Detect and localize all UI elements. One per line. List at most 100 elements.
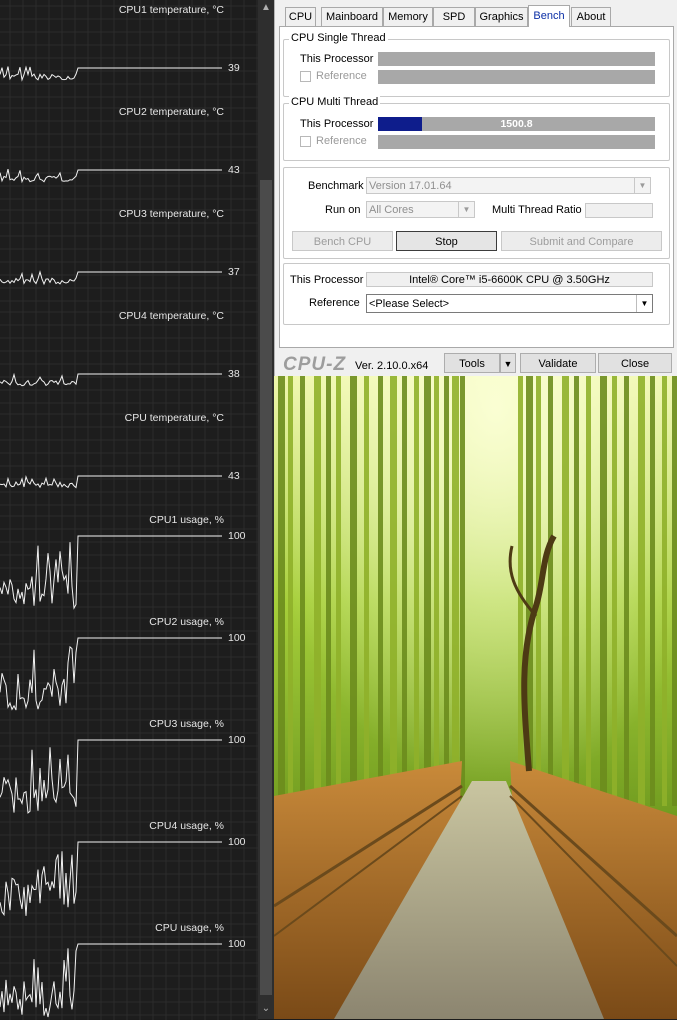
- close-button[interactable]: Close: [598, 353, 672, 373]
- sensor-graph-title: CPU3 usage, %: [149, 718, 224, 730]
- tab-cpu[interactable]: CPU: [285, 7, 316, 26]
- reference-select[interactable]: <Please Select> ▼: [366, 294, 653, 313]
- tab-memory[interactable]: Memory: [383, 7, 433, 26]
- sensor-graph-value: 39: [228, 62, 240, 74]
- validate-button[interactable]: Validate: [520, 353, 596, 373]
- sensor-graph-title: CPU1 usage, %: [149, 514, 224, 526]
- sensor-graph-title: CPU2 temperature, °C: [118, 106, 224, 118]
- sensor-graph: CPU3 usage, % 100: [0, 714, 258, 816]
- tab-mainboard[interactable]: Mainboard: [321, 7, 383, 26]
- single-thread-group: CPU Single Thread This Processor Referen…: [283, 32, 670, 97]
- tab-spd[interactable]: SPD: [433, 7, 475, 26]
- sensor-graph-title: CPU usage, %: [155, 922, 224, 934]
- group-title: CPU Single Thread: [289, 32, 388, 44]
- benchmark-label: Benchmark: [308, 180, 364, 192]
- bamboo-stalk: [364, 376, 369, 806]
- bamboo-stalk: [548, 376, 553, 806]
- reference-label: Reference: [316, 70, 367, 82]
- bamboo-stalk: [288, 376, 293, 806]
- bamboo-stalk: [574, 376, 579, 806]
- bench-cpu-button[interactable]: Bench CPU: [292, 231, 393, 251]
- bamboo-stalk: [300, 376, 305, 806]
- sensor-graph: CPU temperature, °C 43: [0, 408, 258, 510]
- sensor-graph: CPU2 temperature, °C 43: [0, 102, 258, 204]
- sensor-trace-line: [0, 637, 222, 711]
- bamboo-path-image: [274, 376, 677, 1019]
- benchmark-version-select[interactable]: Version 17.01.64 ▼: [366, 177, 651, 194]
- bamboo-stalk: [612, 376, 617, 806]
- sensor-trace-line: [0, 65, 222, 82]
- sensor-graph: CPU usage, % 100: [0, 918, 258, 1020]
- sensor-graph-value: 100: [228, 836, 246, 848]
- multi-thread-group: CPU Multi Thread This Processor 1500.8 R…: [283, 96, 670, 161]
- cpuz-window: CPU Mainboard Memory SPD Graphics Bench …: [274, 0, 677, 376]
- sensor-graph-title: CPU1 temperature, °C: [118, 4, 224, 16]
- bamboo-stalk: [378, 376, 383, 806]
- sensor-graph-value: 43: [228, 470, 240, 482]
- bamboo-stalk: [424, 376, 431, 806]
- single-thread-this-bar: [378, 52, 655, 66]
- sensor-trace-line: [0, 270, 222, 286]
- tab-graphics[interactable]: Graphics: [475, 7, 528, 26]
- tab-about[interactable]: About: [571, 7, 611, 26]
- bamboo-stalk: [638, 376, 645, 806]
- sensor-graph-value: 43: [228, 164, 240, 176]
- scroll-down-icon[interactable]: ⌄: [258, 1001, 274, 1017]
- run-on-value: All Cores: [369, 204, 414, 216]
- this-processor-label: This Processor: [290, 274, 364, 286]
- hardware-monitor-panel: CPU1 temperature, °C 39 CPU2 temperature, …: [0, 0, 258, 1020]
- sensor-trace-line: [0, 372, 222, 387]
- sensor-trace-line: [0, 739, 222, 814]
- sensor-graph-title: CPU temperature, °C: [124, 412, 224, 424]
- run-on-select[interactable]: All Cores ▼: [366, 201, 475, 218]
- reference-label: Reference: [309, 297, 360, 309]
- tools-button[interactable]: Tools: [444, 353, 500, 373]
- monitor-scrollbar[interactable]: ▲ ⌄: [258, 0, 274, 1019]
- reference-select-value: <Please Select>: [369, 298, 450, 310]
- sensor-graph-value: 38: [228, 368, 240, 380]
- multi-thread-ratio-value: [585, 203, 653, 218]
- bamboo-stalk: [314, 376, 321, 806]
- bamboo-stalk: [326, 376, 331, 806]
- sensor-graph-title: CPU4 usage, %: [149, 820, 224, 832]
- sensor-trace-line: [0, 475, 222, 489]
- this-processor-label: This Processor: [300, 53, 374, 65]
- sensor-trace-line: [0, 943, 222, 1018]
- tools-dropdown-icon[interactable]: ▼: [500, 353, 516, 373]
- reference-label: Reference: [316, 135, 367, 147]
- multi-thread-reference-bar: [378, 135, 655, 149]
- reference-checkbox[interactable]: [300, 136, 311, 147]
- sensor-graph-title: CPU3 temperature, °C: [118, 208, 224, 220]
- bamboo-stalk: [414, 376, 419, 806]
- cpuz-logo: CPU-Z: [283, 354, 347, 375]
- benchmark-version-value: Version 17.01.64: [369, 180, 452, 192]
- multi-thread-score: 1500.8: [500, 118, 533, 130]
- sensor-graph-title: CPU4 temperature, °C: [118, 310, 224, 322]
- sensor-graph-value: 100: [228, 632, 246, 644]
- bamboo-stalk: [600, 376, 607, 806]
- multi-thread-ratio-label: Multi Thread Ratio: [492, 204, 582, 216]
- bamboo-stalk: [624, 376, 629, 806]
- bench-tab-panel: CPU Single Thread This Processor Referen…: [279, 26, 674, 348]
- chevron-down-icon: ▼: [458, 202, 474, 217]
- sensor-trace-line: [0, 535, 222, 610]
- sensor-graph-value: 100: [228, 938, 246, 950]
- scroll-up-icon[interactable]: ▲: [258, 0, 274, 16]
- bamboo-stalk: [350, 376, 357, 806]
- bamboo-stalk: [452, 376, 459, 806]
- version-label: Ver. 2.10.0.x64: [355, 360, 429, 372]
- chevron-down-icon: ▼: [634, 178, 650, 193]
- tab-bench[interactable]: Bench: [528, 5, 570, 27]
- sensor-graph: CPU1 temperature, °C 39: [0, 0, 258, 102]
- bamboo-stalk: [662, 376, 667, 806]
- bamboo-stalk: [390, 376, 397, 806]
- scroll-thumb[interactable]: [260, 180, 272, 995]
- submit-and-compare-button[interactable]: Submit and Compare: [501, 231, 662, 251]
- bamboo-stalk: [460, 376, 465, 806]
- bamboo-stalk: [444, 376, 449, 806]
- reference-checkbox[interactable]: [300, 71, 311, 82]
- stop-button[interactable]: Stop: [396, 231, 497, 251]
- this-processor-label: This Processor: [300, 118, 374, 130]
- bamboo-stalk: [586, 376, 591, 806]
- sensor-graph-title: CPU2 usage, %: [149, 616, 224, 628]
